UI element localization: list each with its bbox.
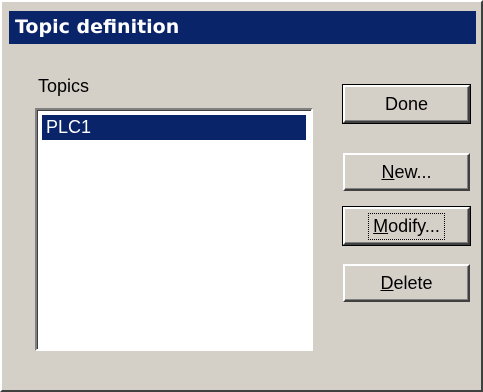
topic-list-item-plc1[interactable]: PLC1 — [42, 115, 306, 140]
done-button-label: Done — [384, 93, 429, 114]
delete-button[interactable]: Delete — [343, 264, 470, 302]
dialog-title-bar[interactable]: Topic definition — [9, 11, 476, 44]
new-button-accelerator: N — [381, 161, 395, 182]
topics-listbox[interactable]: PLC1 — [35, 108, 313, 351]
new-button-label-rest: ew... — [394, 161, 432, 182]
modify-button-label: Modify... — [368, 212, 445, 240]
delete-button-label-rest: elete — [393, 272, 433, 293]
modify-button-accelerator: M — [373, 215, 389, 236]
dialog-title: Topic definition — [15, 16, 180, 38]
delete-button-accelerator: D — [380, 272, 394, 293]
done-button[interactable]: Done — [342, 84, 471, 124]
topics-label: Topics — [38, 76, 90, 96]
modify-button[interactable]: Modify... — [342, 206, 471, 246]
topic-definition-dialog: Topic definition Topics PLC1 Done New...… — [0, 0, 483, 392]
new-button[interactable]: New... — [343, 153, 470, 191]
new-button-label: New... — [377, 160, 435, 185]
delete-button-label: Delete — [376, 271, 436, 296]
modify-button-label-rest: odify... — [388, 215, 440, 236]
